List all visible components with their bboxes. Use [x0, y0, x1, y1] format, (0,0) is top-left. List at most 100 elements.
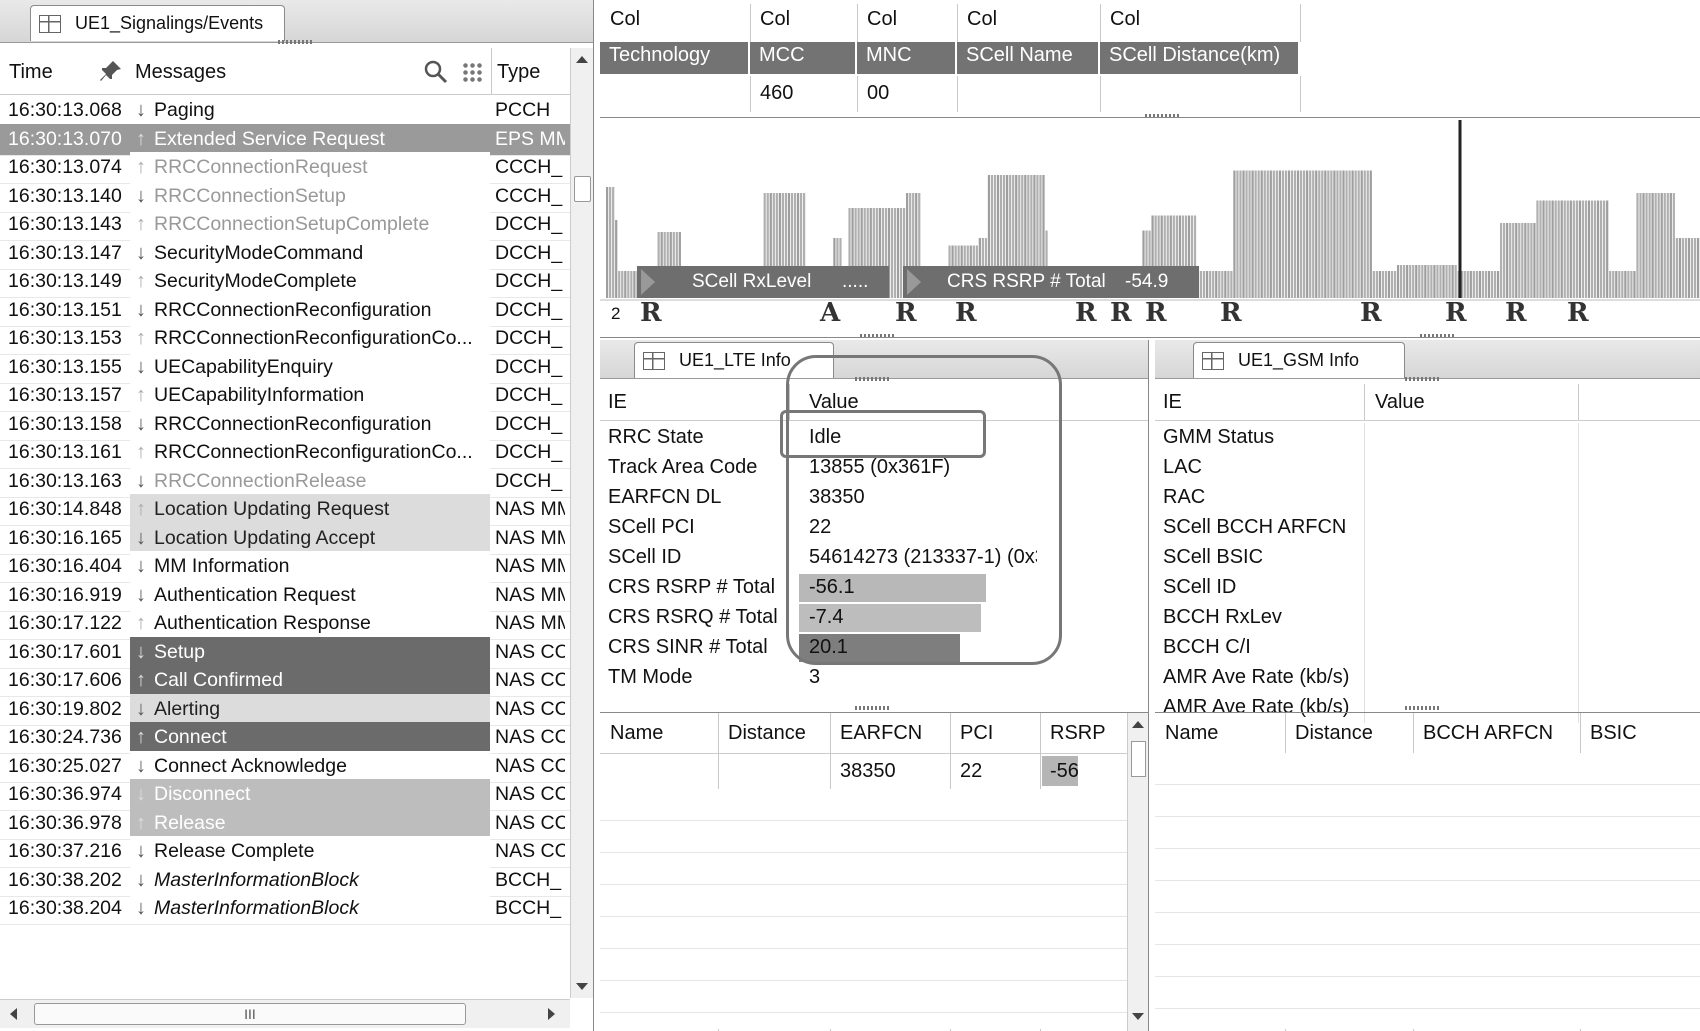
table-row[interactable]: 16:30:13.149 ↑ SecurityModeComplete DCCH_: [0, 266, 570, 298]
events-hscrollbar[interactable]: III: [0, 999, 570, 1028]
event-mark-icon[interactable]: R: [895, 298, 917, 328]
event-mark-icon[interactable]: R: [955, 298, 977, 328]
table-row[interactable]: 16:30:13.070 ↑ Extended Service Request EPS…: [0, 123, 570, 156]
lte-ie-row[interactable]: TM Mode 3: [600, 663, 1148, 693]
table-row[interactable]: 16:30:13.155 ↓ UECapabilityEnquiry DCCH_: [0, 351, 570, 384]
splitter-grip[interactable]: [1145, 114, 1181, 117]
table-row[interactable]: 16:30:13.161 ↑ RRCConnectionReconfiguratio…: [0, 437, 570, 469]
table-row[interactable]: 16:30:13.074 ↑ RRCConnectionRequest CCCH_: [0, 152, 570, 184]
gsm-ie-row[interactable]: RAC: [1155, 483, 1700, 513]
gsm-ie-row[interactable]: LAC: [1155, 453, 1700, 483]
table-row[interactable]: 16:30:13.158 ↓ RRCConnectionReconfiguratio…: [0, 408, 570, 441]
scroll-thumb[interactable]: [1131, 741, 1146, 777]
columns-icon[interactable]: [462, 62, 482, 82]
gsm-nb-col-header[interactable]: BCCH ARFCN: [1423, 722, 1553, 745]
table-row[interactable]: 16:30:38.204 ↓ MasterInformationBlock BCCH_: [0, 893, 570, 925]
lte-nb-col-header[interactable]: Distance: [728, 722, 826, 745]
table-row[interactable]: 16:30:24.736 ↑ Connect NAS CC: [0, 722, 570, 754]
cell-col-header[interactable]: Col: [610, 8, 640, 31]
table-row[interactable]: 16:30:25.027 ↓ Connect Acknowledge NAS CC: [0, 750, 570, 783]
table-row[interactable]: 16:30:14.848 ↑ Location Updating Request NA…: [0, 494, 570, 526]
event-mark-icon[interactable]: R: [1360, 298, 1382, 328]
scroll-up-icon[interactable]: [1132, 721, 1144, 728]
gsm-ie-row[interactable]: AMR Ave Rate (kb/s): [1155, 663, 1700, 693]
gsm-nb-col-header[interactable]: Name: [1165, 722, 1218, 745]
events-tab[interactable]: UE1_Signalings/Events: [30, 5, 285, 41]
arrow-down-icon: ↓: [136, 241, 146, 264]
table-row[interactable]: 16:30:17.606 ↑ Call Confirmed NAS CC: [0, 665, 570, 697]
event-mark-icon[interactable]: R: [1110, 298, 1132, 328]
lte-nb-col-header[interactable]: PCI: [960, 722, 1036, 745]
scroll-down-icon[interactable]: [576, 983, 588, 990]
splitter-grip[interactable]: [1405, 706, 1441, 710]
scroll-down-icon[interactable]: [1132, 1013, 1144, 1020]
table-row[interactable]: 16:30:13.153 ↑ RRCConnectionReconfiguratio…: [0, 323, 570, 355]
cell-col-header[interactable]: Col: [760, 8, 790, 31]
gsm-ie-row[interactable]: BCCH C/I: [1155, 633, 1700, 663]
cell-col-header[interactable]: Col: [967, 8, 997, 31]
gsm-ie-row[interactable]: SCell ID: [1155, 573, 1700, 603]
gsm-nb-col-header[interactable]: BSIC: [1590, 722, 1637, 745]
event-mark-icon[interactable]: R: [1220, 298, 1242, 328]
gsm-ie-row[interactable]: SCell BSIC: [1155, 543, 1700, 573]
table-row[interactable]: 16:30:13.147 ↓ SecurityModeCommand DCCH_: [0, 237, 570, 270]
scroll-up-icon[interactable]: [576, 56, 588, 63]
splitter-grip[interactable]: [855, 706, 891, 710]
gsm-tab[interactable]: UE1_GSM Info: [1193, 342, 1405, 378]
table-row[interactable]: 16:30:36.974 ↓ Disconnect NAS CC: [0, 779, 570, 811]
events-vscrollbar[interactable]: [570, 48, 593, 998]
gsm-ie-row[interactable]: GMM Status: [1155, 423, 1700, 453]
col-ie[interactable]: IE: [608, 384, 627, 420]
splitter-grip[interactable]: [278, 40, 314, 44]
scroll-thumb[interactable]: [574, 176, 591, 202]
gsm-ie-row[interactable]: SCell BCCH ARFCN: [1155, 513, 1700, 543]
pin-icon[interactable]: [98, 58, 124, 84]
event-mark-icon[interactable]: R: [640, 298, 662, 328]
event-mark-icon[interactable]: R: [1075, 298, 1097, 328]
gsm-ie-row[interactable]: BCCH RxLev: [1155, 603, 1700, 633]
event-mark-icon[interactable]: R: [1145, 298, 1167, 328]
event-mark-icon[interactable]: A: [820, 298, 840, 328]
hscroll-thumb[interactable]: III: [34, 1003, 466, 1025]
lte-nb-col-header[interactable]: EARFCN: [840, 722, 946, 745]
table-row[interactable]: 16:30:13.143 ↑ RRCConnectionSetupComplete D…: [0, 209, 570, 241]
col-messages[interactable]: Messages: [135, 50, 227, 94]
event-mark-icon[interactable]: R: [1505, 298, 1527, 328]
event-mark-icon[interactable]: R: [1567, 298, 1589, 328]
col-ie[interactable]: IE: [1163, 384, 1182, 420]
scroll-left-icon[interactable]: [10, 1008, 17, 1020]
table-row[interactable]: 16:30:36.978 ↑ Release NAS CC: [0, 807, 570, 840]
table-row[interactable]: 16:30:16.404 ↓ MM Information NAS MM: [0, 551, 570, 583]
splitter-grip[interactable]: [860, 334, 896, 337]
lte-neighbor-row[interactable]: 38350 22 -56: [600, 753, 1127, 789]
lte-nb-col-header[interactable]: RSRP: [1050, 722, 1123, 745]
event-mark-icon[interactable]: R: [1445, 298, 1467, 328]
col-value[interactable]: Value: [1375, 384, 1425, 420]
cell-col-header[interactable]: Col: [1110, 8, 1140, 31]
splitter-grip[interactable]: [1420, 334, 1456, 337]
table-row[interactable]: 16:30:13.068 ↓ Paging PCCH: [0, 95, 570, 127]
table-row[interactable]: 16:30:13.140 ↓ RRCConnectionSetup CCCH_: [0, 180, 570, 213]
table-row[interactable]: 16:30:37.216 ↓ Release Complete NAS CC: [0, 836, 570, 868]
table-row[interactable]: 16:30:13.151 ↓ RRCConnectionReconfiguratio…: [0, 294, 570, 327]
col-time[interactable]: Time: [9, 50, 53, 94]
lte-nb-vscrollbar[interactable]: [1127, 713, 1148, 1031]
event-time: 16:30:16.404: [8, 555, 122, 577]
col-type[interactable]: Type: [497, 50, 541, 94]
event-type: DCCH_: [495, 469, 563, 492]
table-row[interactable]: 16:30:16.919 ↓ Authentication Request NAS M…: [0, 579, 570, 612]
splitter-grip[interactable]: [1405, 377, 1441, 381]
table-row[interactable]: 16:30:19.802 ↓ Alerting NAS CC: [0, 693, 570, 726]
table-row[interactable]: 16:30:13.157 ↑ UECapabilityInformation DCCH…: [0, 380, 570, 412]
table-row[interactable]: 16:30:13.163 ↓ RRCConnectionRelease DCCH_: [0, 465, 570, 498]
table-row[interactable]: 16:30:16.165 ↓ Location Updating Accept NAS…: [0, 522, 570, 555]
gsm-header: IE Value: [1155, 384, 1700, 421]
lte-nb-col-header[interactable]: Name: [610, 722, 714, 745]
search-icon[interactable]: [424, 60, 448, 84]
scroll-right-icon[interactable]: [548, 1008, 555, 1020]
cell-col-header[interactable]: Col: [867, 8, 897, 31]
table-row[interactable]: 16:30:17.601 ↓ Setup NAS CC: [0, 636, 570, 669]
gsm-nb-col-header[interactable]: Distance: [1295, 722, 1373, 745]
table-row[interactable]: 16:30:17.122 ↑ Authentication Response NAS …: [0, 608, 570, 640]
table-row[interactable]: 16:30:38.202 ↓ MasterInformationBlock BCCH_: [0, 864, 570, 897]
